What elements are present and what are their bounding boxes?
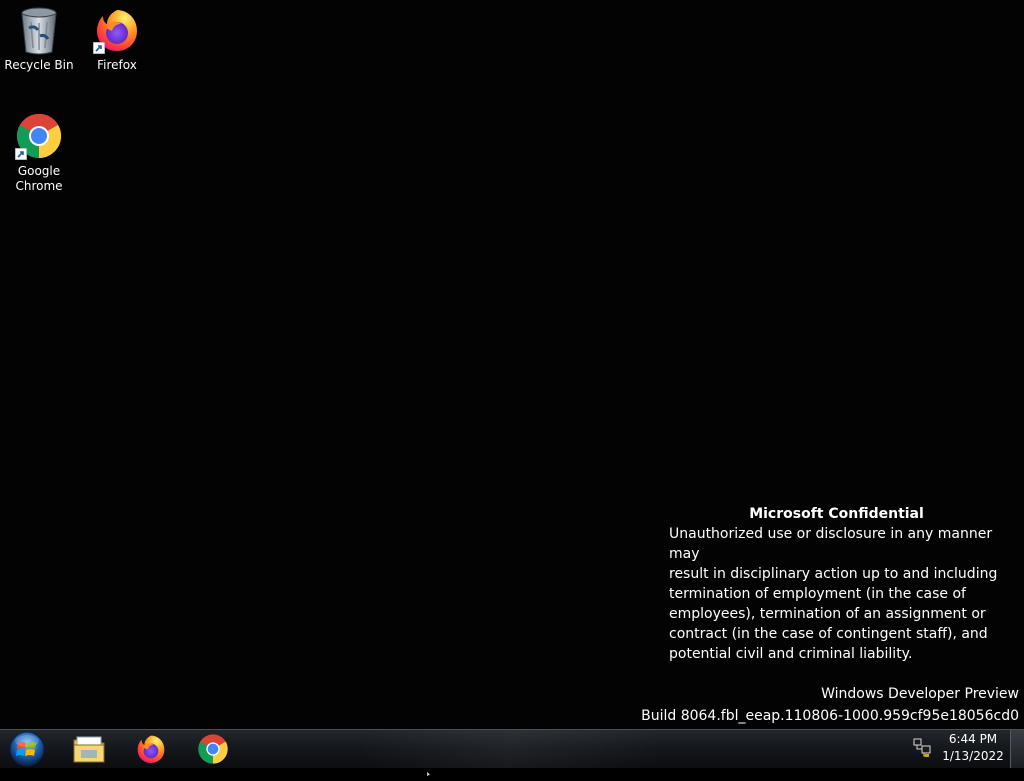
build-watermark: Windows Developer Preview Build 8064.fbl… (641, 683, 1019, 727)
shortcut-arrow-icon (15, 148, 27, 160)
show-desktop-button[interactable] (1010, 730, 1024, 768)
build-label: Build 8064.fbl_eeap.110806-1000.959cf95e… (641, 708, 1019, 724)
shortcut-arrow-icon (93, 42, 105, 54)
mouse-cursor-icon (426, 762, 435, 781)
desktop-icon-label: Firefox (97, 58, 137, 72)
taskbar-chrome-button[interactable] (189, 732, 237, 766)
desktop-icon-google-chrome[interactable]: Google Chrome (1, 112, 77, 194)
file-explorer-icon (73, 736, 105, 763)
taskbar-firefox-button[interactable] (127, 732, 175, 766)
chrome-icon (198, 734, 228, 764)
chrome-icon (15, 112, 63, 160)
taskbar (0, 729, 1024, 768)
network-icon[interactable] (913, 738, 931, 762)
edition-label: Windows Developer Preview (821, 686, 1019, 702)
start-button[interactable] (6, 731, 48, 767)
clock-date: 1/13/2022 (942, 749, 1004, 763)
taskbar-windows-explorer-button[interactable] (65, 732, 113, 766)
desktop-icon-label: Google Chrome (15, 164, 63, 193)
desktop[interactable]: Recycle Bin Firefox Google Chrome Micros… (0, 0, 1024, 729)
desktop-icon-firefox[interactable]: Firefox (79, 6, 155, 73)
recycle-bin-icon (15, 6, 63, 55)
taskbar-clock[interactable]: 6:44 PM 1/13/2022 (940, 731, 1006, 765)
desktop-icon-label: Recycle Bin (4, 58, 74, 72)
confidential-body: Unauthorized use or disclosure in any ma… (669, 526, 998, 662)
taskbar-sheen (360, 730, 660, 768)
confidential-notice: Microsoft Confidential Unauthorized use … (669, 504, 1009, 664)
desktop-icon-recycle-bin[interactable]: Recycle Bin (1, 6, 77, 73)
firefox-icon (137, 735, 165, 763)
firefox-icon (93, 6, 141, 54)
windows-start-orb-icon (9, 731, 45, 767)
clock-time: 6:44 PM (948, 732, 998, 746)
confidential-title: Microsoft Confidential (749, 506, 924, 522)
